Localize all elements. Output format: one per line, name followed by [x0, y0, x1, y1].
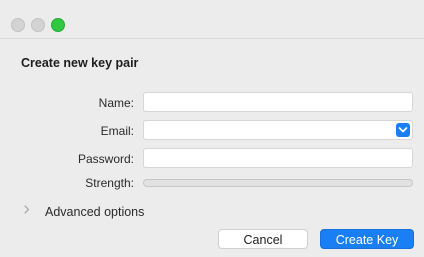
- password-label: Password:: [77, 152, 134, 166]
- advanced-options-toggle[interactable]: Advanced options: [45, 205, 144, 219]
- password-strength-meter: [143, 179, 413, 187]
- strength-label: Strength:: [85, 176, 134, 190]
- name-input[interactable]: [143, 92, 413, 112]
- dialog-heading: Create new key pair: [21, 56, 139, 70]
- name-label: Name:: [98, 96, 134, 110]
- minimize-window-button[interactable]: [31, 18, 45, 32]
- zoom-window-button[interactable]: [51, 18, 65, 32]
- create-key-pair-window: Create new key pair Name: Email: Passwor…: [0, 0, 424, 257]
- create-key-button[interactable]: Create Key: [320, 229, 414, 249]
- email-select[interactable]: [143, 120, 413, 140]
- title-bar: [0, 0, 424, 39]
- dialog-content: Create new key pair Name: Email: Passwor…: [0, 39, 424, 257]
- chevron-down-icon[interactable]: [396, 123, 410, 137]
- email-label: Email:: [100, 124, 134, 138]
- cancel-button[interactable]: Cancel: [218, 229, 308, 249]
- password-input[interactable]: [143, 148, 413, 168]
- close-window-button[interactable]: [11, 18, 25, 32]
- chevron-right-icon[interactable]: [24, 205, 30, 217]
